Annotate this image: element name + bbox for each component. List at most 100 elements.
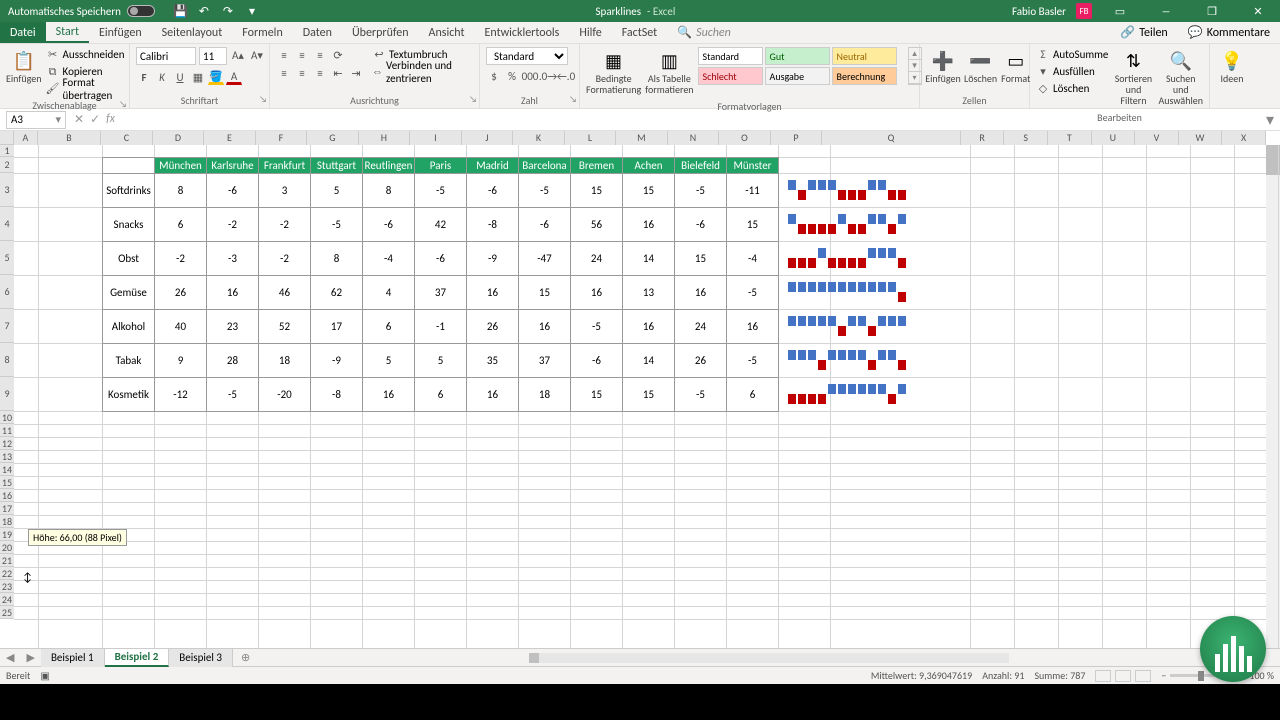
data-cell[interactable]: -5 [675, 378, 727, 412]
ideas-button[interactable]: 💡Ideen [1216, 47, 1248, 86]
undo-icon[interactable]: ↶ [197, 4, 211, 18]
style-berechnung[interactable]: Berechnung [832, 67, 897, 85]
data-cell[interactable]: 16 [675, 276, 727, 310]
macro-record-icon[interactable]: ▣ [40, 669, 49, 682]
sparkline[interactable] [782, 242, 912, 274]
col-header[interactable]: V [1135, 131, 1179, 145]
find-select-button[interactable]: 🔍Suchen und Auswählen [1158, 47, 1203, 108]
row-label[interactable]: Obst [103, 242, 155, 276]
col-header[interactable]: M [616, 131, 668, 145]
data-cell[interactable]: 16 [363, 378, 415, 412]
data-cell[interactable]: -6 [519, 208, 571, 242]
underline-icon[interactable]: U [172, 69, 188, 85]
col-header[interactable]: F [256, 131, 308, 145]
sheet-tab[interactable]: Beispiel 1 [41, 649, 105, 667]
row-label[interactable]: Softdrinks [103, 174, 155, 208]
cells-area[interactable]: MünchenKarlsruheFrankfurtStuttgartReutli… [14, 145, 1266, 648]
data-cell[interactable]: 4 [363, 276, 415, 310]
data-cell[interactable]: -2 [207, 208, 259, 242]
data-cell[interactable]: -6 [467, 174, 519, 208]
style-gut[interactable]: Gut [765, 47, 830, 65]
redo-icon[interactable]: ↷ [221, 4, 235, 18]
ribbon-options-icon[interactable]: ▭ [1102, 0, 1138, 22]
autosave-toggle[interactable] [127, 5, 155, 17]
horizontal-scrollbar[interactable] [258, 653, 1280, 663]
col-header[interactable]: G [307, 131, 359, 145]
data-cell[interactable]: -5 [727, 276, 779, 310]
dialog-launcher-icon[interactable]: ↘ [119, 99, 127, 110]
data-cell[interactable]: -5 [571, 310, 623, 344]
tab-formeln[interactable]: Formeln [232, 22, 292, 43]
data-cell[interactable]: 15 [623, 174, 675, 208]
row-header[interactable]: 17 [0, 502, 14, 515]
merge-center-button[interactable]: ⇔Verbinden und zentrieren [372, 64, 473, 79]
tab-entwicklertools[interactable]: Entwicklertools [475, 22, 570, 43]
data-cell[interactable]: 9 [155, 344, 207, 378]
tab-file[interactable]: Datei [0, 22, 46, 43]
row-header[interactable]: 7 [0, 309, 14, 343]
maximize-icon[interactable]: ❐ [1194, 0, 1230, 22]
row-header[interactable]: 2 [0, 157, 14, 173]
format-painter-button[interactable]: 🖌Format übertragen [46, 81, 125, 96]
tab-hilfe[interactable]: Hilfe [569, 22, 611, 43]
bold-icon[interactable]: F [136, 69, 152, 85]
tab-seitenlayout[interactable]: Seitenlayout [152, 22, 233, 43]
name-box[interactable]: A3▾ [6, 111, 66, 129]
data-cell[interactable]: -2 [259, 208, 311, 242]
data-cell[interactable]: 5 [311, 174, 363, 208]
style-schlecht[interactable]: Schlecht [698, 67, 763, 85]
data-cell[interactable]: 15 [623, 378, 675, 412]
tab-ansicht[interactable]: Ansicht [419, 22, 475, 43]
data-cell[interactable]: 8 [311, 242, 363, 276]
number-format-select[interactable]: Standard [486, 47, 568, 65]
data-cell[interactable]: 8 [155, 174, 207, 208]
col-header[interactable]: H [359, 131, 411, 145]
data-cell[interactable]: 24 [571, 242, 623, 276]
data-cell[interactable]: -12 [155, 378, 207, 412]
row-label[interactable]: Snacks [103, 208, 155, 242]
save-icon[interactable]: 💾 [173, 4, 187, 18]
city-header[interactable]: Karlsruhe [207, 158, 259, 174]
fill-button[interactable]: ▾Ausfüllen [1036, 64, 1108, 79]
col-header[interactable]: W [1179, 131, 1223, 145]
dialog-launcher-icon[interactable]: ↘ [569, 94, 577, 105]
inc-decimal-icon[interactable]: .0→ [540, 68, 556, 84]
row-header[interactable]: 12 [0, 437, 14, 450]
row-header[interactable]: 5 [0, 241, 14, 275]
increase-font-icon[interactable]: A▴ [230, 47, 246, 63]
data-cell[interactable]: -2 [155, 242, 207, 276]
data-cell[interactable]: 26 [155, 276, 207, 310]
font-size-select[interactable] [199, 47, 227, 65]
row-header[interactable]: 23 [0, 580, 14, 593]
col-header[interactable]: K [513, 131, 565, 145]
sparkline[interactable] [782, 208, 912, 240]
data-cell[interactable]: -6 [363, 208, 415, 242]
comma-icon[interactable]: 000 [522, 68, 538, 84]
dialog-launcher-icon[interactable]: ↘ [469, 94, 477, 105]
row-label[interactable]: Gemüse [103, 276, 155, 310]
data-cell[interactable]: 16 [467, 378, 519, 412]
style-neutral[interactable]: Neutral [832, 47, 897, 65]
qat-custom-icon[interactable]: ▾ [245, 4, 259, 18]
row-header[interactable]: 18 [0, 515, 14, 528]
sheet-nav-next-icon[interactable]: ▶ [20, 651, 40, 664]
data-cell[interactable]: 37 [519, 344, 571, 378]
tab-daten[interactable]: Daten [293, 22, 342, 43]
format-as-table-button[interactable]: ▥Als Tabelle formatieren [645, 47, 693, 97]
city-header[interactable]: Achen [623, 158, 675, 174]
row-header[interactable]: 16 [0, 489, 14, 502]
new-sheet-icon[interactable]: ⊕ [233, 651, 258, 664]
data-cell[interactable]: 16 [727, 310, 779, 344]
data-cell[interactable]: 62 [311, 276, 363, 310]
close-icon[interactable]: ✕ [1240, 0, 1276, 22]
enter-formula-icon[interactable]: ✓ [90, 112, 100, 127]
data-cell[interactable]: 5 [363, 344, 415, 378]
row-header[interactable]: 10 [0, 411, 14, 424]
view-layout-icon[interactable] [1115, 670, 1131, 682]
row-label[interactable]: Alkohol [103, 310, 155, 344]
sparkline[interactable] [782, 378, 912, 410]
data-cell[interactable]: 28 [207, 344, 259, 378]
data-cell[interactable]: 23 [207, 310, 259, 344]
data-cell[interactable]: 16 [571, 276, 623, 310]
data-cell[interactable]: 6 [727, 378, 779, 412]
